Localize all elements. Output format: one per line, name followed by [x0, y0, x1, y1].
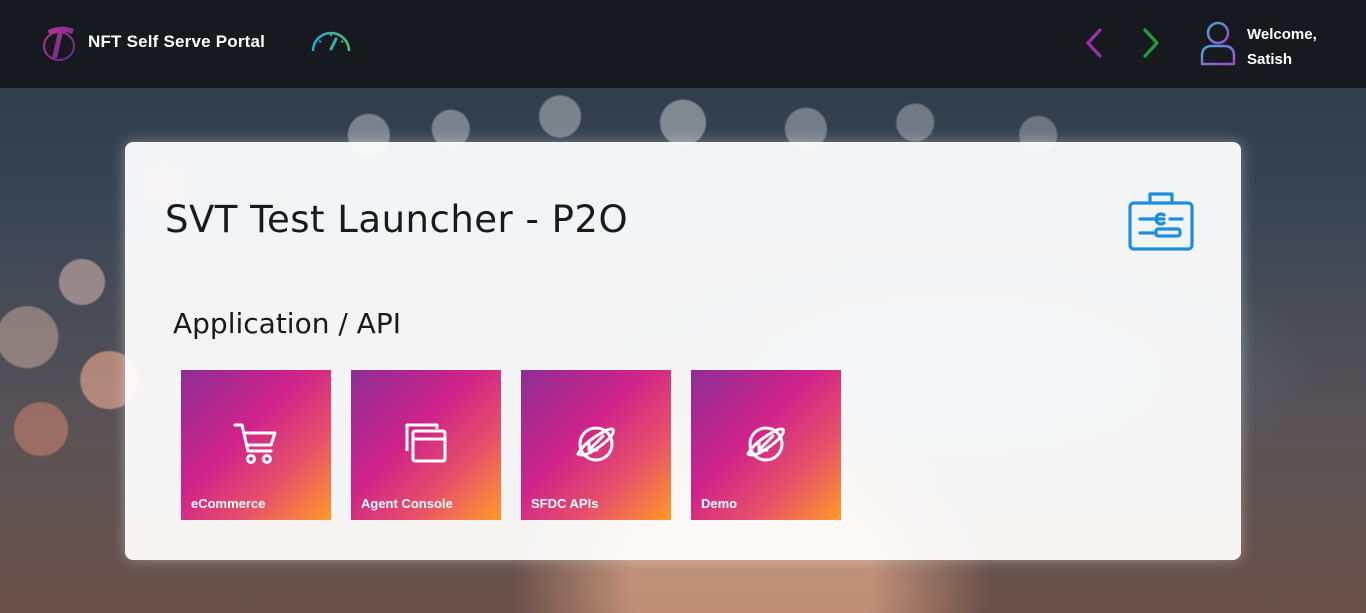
tile-grid: eCommerce Agent Console SFDC APIs Demo	[181, 370, 841, 520]
welcome-greeting: Welcome,	[1247, 26, 1317, 43]
globe-arrow-icon	[576, 426, 615, 462]
telstra-logo-icon[interactable]	[42, 24, 78, 64]
top-bar: NFT Self Serve Portal Welcome, Satish	[0, 0, 1366, 88]
globe-arrow-icon	[746, 426, 785, 462]
tile-agent-console[interactable]: Agent Console	[351, 370, 501, 520]
chevron-right-icon[interactable]	[1137, 26, 1165, 60]
user-name: Satish	[1247, 51, 1293, 68]
chevron-left-icon[interactable]	[1080, 26, 1108, 60]
launcher-card: SVT Test Launcher - P2O Application / AP…	[125, 142, 1241, 560]
tile-ecommerce[interactable]: eCommerce	[181, 370, 331, 520]
toolbox-icon	[1128, 192, 1194, 251]
tile-label: SFDC APIs	[531, 496, 599, 511]
user-avatar-icon[interactable]	[1199, 20, 1237, 66]
page-title: SVT Test Launcher - P2O	[165, 198, 629, 241]
shopping-cart-icon	[233, 423, 277, 464]
app-title: NFT Self Serve Portal	[88, 32, 266, 51]
tile-label: Demo	[701, 496, 738, 511]
tile-label: eCommerce	[191, 496, 266, 511]
speedometer-icon[interactable]	[309, 25, 353, 61]
windows-icon	[405, 423, 447, 463]
tile-demo[interactable]: Demo	[691, 370, 841, 520]
tile-sfdc-apis[interactable]: SFDC APIs	[521, 370, 671, 520]
tile-label: Agent Console	[361, 496, 453, 511]
welcome-text: Welcome, Satish	[1247, 22, 1317, 72]
section-title: Application / API	[173, 307, 401, 340]
